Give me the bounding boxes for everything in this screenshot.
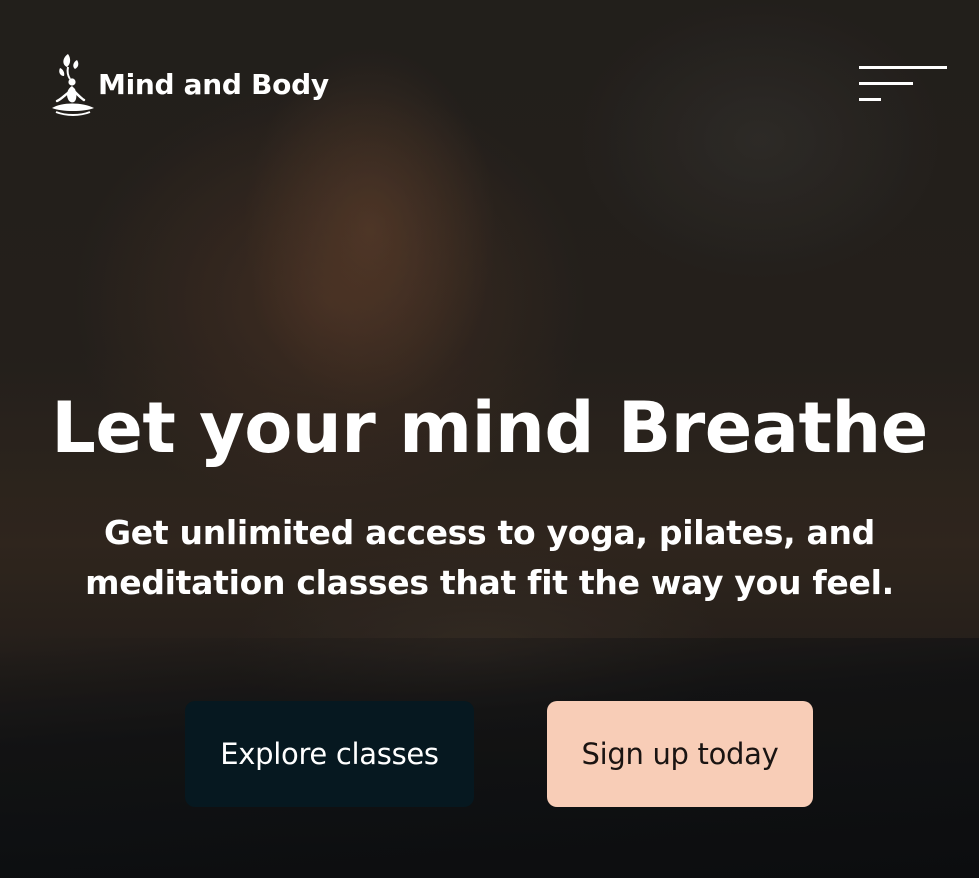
hero-headline: Let your mind Breathe <box>51 387 928 469</box>
sign-up-button[interactable]: Sign up today <box>547 701 813 807</box>
menu-line-bottom <box>859 98 881 101</box>
menu-line-middle <box>859 82 913 85</box>
top-navigation: Mind and Body <box>48 52 949 118</box>
hamburger-menu-icon[interactable] <box>859 64 949 104</box>
explore-classes-button[interactable]: Explore classes <box>185 701 474 807</box>
meditating-figure-leaves-icon <box>52 54 94 116</box>
hero-subheadline: Get unlimited access to yoga, pilates, a… <box>85 513 894 602</box>
hero-section: Mind and Body Let your mind Breathe Get … <box>0 0 979 878</box>
menu-line-top <box>859 66 947 69</box>
brand-logo-link[interactable]: Mind and Body <box>48 52 329 118</box>
brand-name: Mind and Body <box>98 67 329 101</box>
